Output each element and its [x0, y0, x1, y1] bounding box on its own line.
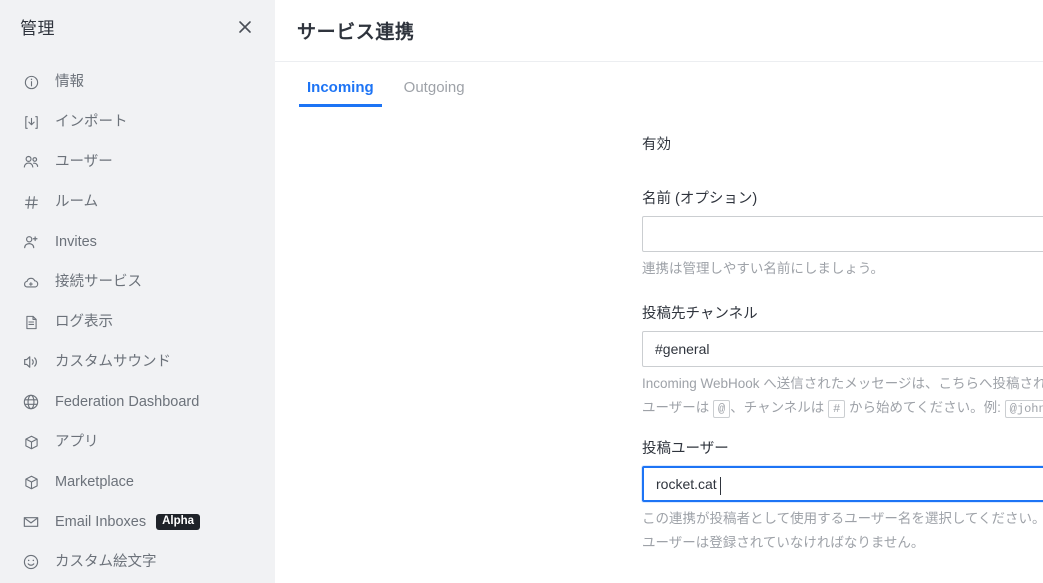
cube-icon: [20, 472, 42, 492]
envelope-icon: [20, 512, 42, 532]
post-user-input-wrap: [642, 465, 1043, 502]
name-field-group: 名前 (オプション) 連携は管理しやすい名前にしましょう。: [642, 187, 1043, 280]
channel-label: 投稿先チャンネル: [642, 305, 758, 322]
tab-incoming[interactable]: Incoming: [299, 80, 382, 107]
speaker-icon: [20, 352, 42, 372]
page-header: サービス連携 ↤ 戻る: [275, 0, 1043, 62]
info-circle-icon: [20, 72, 42, 92]
sidebar-item-label: Invites: [55, 233, 97, 250]
sidebar-item-info[interactable]: 情報: [0, 62, 275, 102]
channel-field-group: 投稿先チャンネル Incoming WebHook へ送信されたメッセージは、こ…: [642, 302, 1043, 419]
channel-input-wrap: [642, 330, 1043, 367]
cube-icon: [20, 432, 42, 452]
channel-hint-b: 、チャンネルは: [730, 399, 825, 415]
sidebar-item-label: ユーザー: [55, 153, 113, 170]
enabled-label: 有効: [642, 136, 671, 153]
code-at: @: [713, 399, 731, 418]
status-badge: Alpha: [156, 513, 201, 531]
import-download-icon: [20, 112, 42, 132]
admin-sidebar: 管理 情報 インポート ユーザー ルーム Invites 接続サービス ログ表示…: [0, 0, 275, 583]
user-plus-icon: [20, 232, 42, 252]
page-title: サービス連携: [297, 22, 415, 43]
sidebar-item-label: 接続サービス: [55, 273, 142, 290]
integration-form: 有効 名前 (オプション) 連携は管理しやすい名前にしましょう。 投稿先チャンネ…: [642, 129, 1043, 554]
name-label: 名前 (オプション): [642, 191, 758, 207]
name-input-wrap: [642, 216, 1043, 252]
sidebar-header: 管理: [0, 0, 275, 53]
text-caret: [720, 476, 721, 495]
channel-input[interactable]: [643, 331, 1043, 366]
post-user-input[interactable]: [644, 467, 1043, 500]
admin-integrations-page: 管理 情報 インポート ユーザー ルーム Invites 接続サービス ログ表示…: [0, 0, 1043, 583]
post-user-label: 投稿ユーザー: [642, 440, 729, 457]
channel-hint-c: から始めてください。例:: [849, 399, 1001, 415]
channel-hint-a: ユーザーは: [642, 399, 710, 415]
users-icon: [20, 152, 42, 172]
close-icon[interactable]: [231, 13, 259, 41]
tab-outgoing[interactable]: Outgoing: [396, 80, 473, 107]
sidebar-item-connectivity[interactable]: 接続サービス: [0, 262, 275, 302]
document-icon: [20, 312, 42, 332]
sidebar-item-marketplace[interactable]: Marketplace: [0, 462, 275, 502]
sidebar-item-label: Federation Dashboard: [55, 393, 200, 410]
sidebar-item-label: Marketplace: [55, 473, 134, 490]
sidebar-item-custom-emoji[interactable]: カスタム絵文字: [0, 542, 275, 582]
main-panel: サービス連携 ↤ 戻る Incoming Outgoing 有効: [275, 0, 1043, 583]
sidebar-item-label: ルーム: [55, 193, 99, 210]
code-hash: #: [828, 399, 846, 418]
sidebar-item-label: インポート: [55, 113, 128, 130]
post-user-hint-line1: この連携が投稿者として使用するユーザー名を選択してください。: [642, 510, 1043, 526]
enabled-row: 有効: [642, 129, 1043, 157]
sidebar-item-label: カスタムサウンド: [55, 353, 171, 370]
sidebar-item-apps[interactable]: アプリ: [0, 422, 275, 462]
sidebar-item-label: Email Inboxes: [55, 513, 147, 530]
sidebar-item-email-inboxes[interactable]: Email Inboxes Alpha: [0, 502, 275, 542]
post-user-hint-line2: ユーザーは登録されていなければなりません。: [642, 534, 925, 550]
sidebar-item-label: 情報: [55, 73, 84, 90]
channel-hint-line2: ユーザーは @、チャンネルは # から始めてください。例: @john または …: [642, 398, 1043, 419]
sidebar-title: 管理: [20, 19, 55, 38]
sidebar-item-custom-sounds[interactable]: カスタムサウンド: [0, 342, 275, 382]
post-user-field-group: 投稿ユーザー この連携が投稿者として使用するユーザー名を選択してください。 ユー…: [642, 437, 1043, 554]
sidebar-item-label: ログ表示: [55, 313, 113, 330]
name-hint: 連携は管理しやすい名前にしましょう。: [642, 261, 885, 276]
code-john: @john: [1004, 399, 1043, 418]
sidebar-item-invites[interactable]: Invites: [0, 222, 275, 262]
sidebar-item-import[interactable]: インポート: [0, 102, 275, 142]
sidebar-item-rooms[interactable]: ルーム: [0, 182, 275, 222]
sidebar-item-label: カスタム絵文字: [55, 553, 157, 570]
form-content: 有効 名前 (オプション) 連携は管理しやすい名前にしましょう。 投稿先チャンネ…: [275, 107, 1043, 583]
smiley-icon: [20, 552, 42, 572]
sidebar-item-users[interactable]: ユーザー: [0, 142, 275, 182]
tab-bar: Incoming Outgoing: [275, 62, 1043, 107]
sidebar-item-label: アプリ: [55, 433, 99, 450]
cloud-plus-icon: [20, 272, 42, 292]
globe-icon: [20, 392, 42, 412]
name-input[interactable]: [643, 217, 1043, 251]
hash-icon: [20, 192, 42, 212]
sidebar-item-federation-dashboard[interactable]: Federation Dashboard: [0, 382, 275, 422]
sidebar-nav: 情報 インポート ユーザー ルーム Invites 接続サービス ログ表示 カス…: [0, 53, 275, 583]
channel-hint-line1: Incoming WebHook へ送信されたメッセージは、こちらへ投稿されます…: [642, 375, 1043, 391]
sidebar-item-view-logs[interactable]: ログ表示: [0, 302, 275, 342]
